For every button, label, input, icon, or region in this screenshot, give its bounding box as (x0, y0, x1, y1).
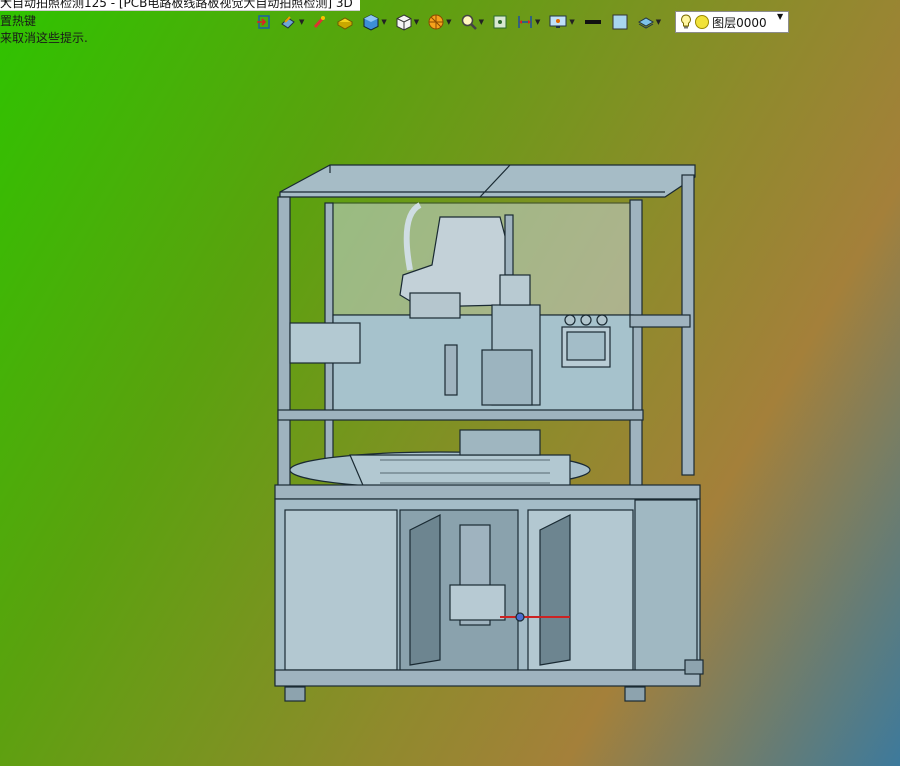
hint-line-2: 来取消这些提示. (0, 31, 88, 45)
layer-select[interactable]: 图层0000 ▼ (675, 11, 790, 33)
new-tab-button[interactable]: + (0, 0, 10, 8)
frame-post-left (277, 196, 291, 488)
highlight-button[interactable] (310, 11, 330, 33)
view-orient-icon (493, 15, 507, 29)
view-orient-button[interactable] (490, 11, 510, 33)
solid-view-icon (363, 14, 379, 31)
exit-sketch-button[interactable] (254, 11, 274, 33)
display-settings-button[interactable]: ▼ (546, 11, 576, 33)
section-view-button[interactable]: ▼ (425, 11, 453, 33)
edit-part-icon (281, 16, 295, 29)
chevron-down-icon[interactable]: ▼ (656, 18, 661, 26)
dimension-button[interactable]: ▼ (514, 11, 542, 33)
line-color-swatch-icon (584, 20, 601, 24)
foot-right (624, 686, 646, 702)
hint-line-1: 置热键 (0, 14, 37, 28)
layer-shape-button[interactable]: ▼ (635, 11, 663, 33)
display-settings-icon (549, 15, 567, 28)
lightbulb-icon[interactable] (680, 14, 692, 30)
edit-part-button[interactable]: ▼ (278, 11, 306, 33)
exit-sketch-icon (257, 15, 270, 29)
view-toolbar: ▼ ▼ ▼ ▼ ▼ ▼ ▼ ▼ 图层0000 ▼ (254, 10, 790, 34)
dimension-icon (518, 16, 532, 28)
fill-color-button[interactable] (609, 11, 631, 33)
3d-sketch-button[interactable] (334, 11, 356, 33)
zoom-icon (461, 14, 477, 30)
chevron-down-icon[interactable]: ▼ (414, 18, 419, 26)
chevron-down-icon[interactable]: ▼ (479, 18, 484, 26)
layer-shape-icon (637, 17, 654, 29)
3d-sketch-icon (337, 17, 354, 30)
chevron-down-icon[interactable]: ▼ (446, 18, 451, 26)
layer-visibility-icon[interactable] (695, 15, 710, 29)
chevron-down-icon[interactable]: ▼ (569, 18, 574, 26)
box-view-button[interactable]: ▼ (393, 11, 421, 33)
foot-left (284, 686, 306, 702)
chevron-down-icon[interactable]: ▼ (381, 18, 386, 26)
fill-color-swatch-icon (612, 14, 628, 30)
chevron-down-icon[interactable]: ▼ (299, 18, 304, 26)
box-view-icon (396, 14, 412, 31)
zoom-button[interactable]: ▼ (458, 11, 486, 33)
chevron-down-icon[interactable]: ▼ (535, 18, 540, 26)
layer-name: 图层0000 (712, 15, 767, 30)
cad-model-view[interactable] (270, 155, 710, 715)
highlight-icon (314, 16, 326, 28)
solid-view-button[interactable]: ▼ (360, 11, 388, 33)
line-color-button[interactable] (581, 11, 605, 33)
worktable-top (274, 484, 701, 500)
hotkey-hint: 置热键 来取消这些提示. (0, 13, 88, 47)
section-view-icon (428, 14, 444, 30)
chevron-down-icon[interactable]: ▼ (777, 12, 783, 21)
